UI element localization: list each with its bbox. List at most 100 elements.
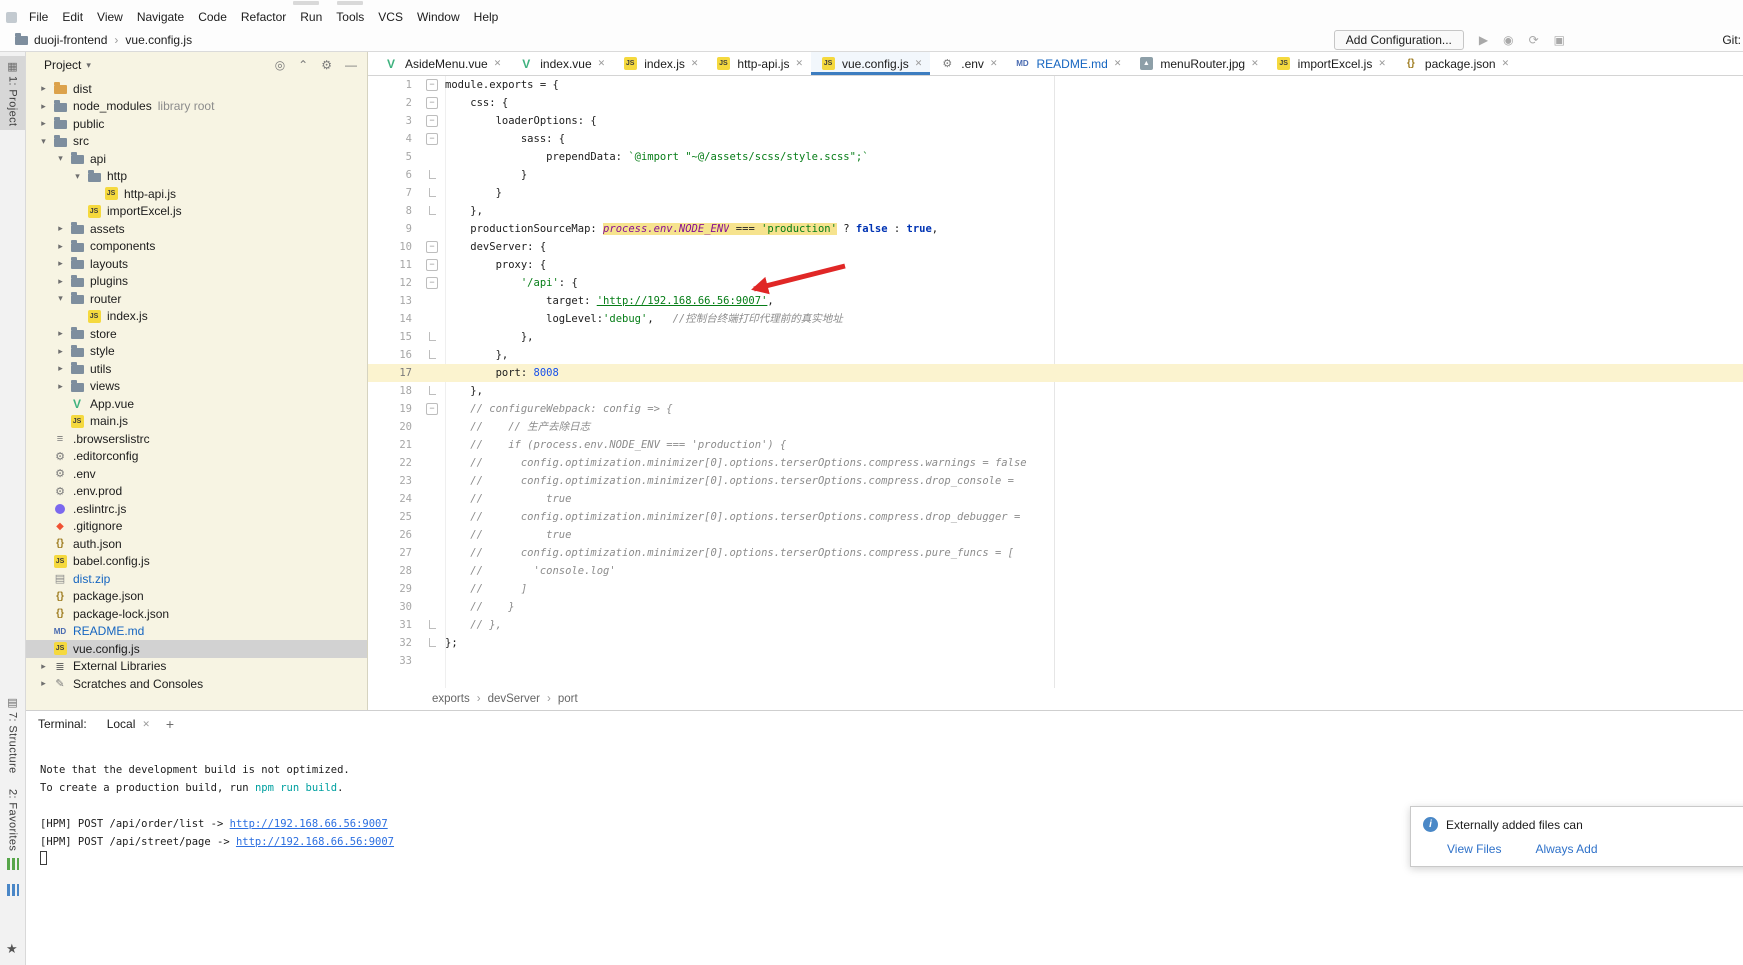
fold-marker-icon[interactable] [418,166,445,184]
tree-item-.browserslistrc[interactable]: ≡.browserslistrc [26,430,367,448]
line-number[interactable]: 31 [368,616,418,634]
line-number[interactable]: 12 [368,274,418,292]
menu-item-window[interactable]: Window [410,7,467,27]
chevron-expanded-icon[interactable]: ▾ [36,136,51,147]
fold-marker-icon[interactable] [418,616,445,634]
run-icon[interactable]: ▶ [1479,33,1488,47]
tree-item-.editorconfig[interactable]: ⚙.editorconfig [26,448,367,466]
line-number[interactable]: 18 [368,382,418,400]
coverage-icon[interactable]: ⟳ [1529,33,1539,47]
fold-marker-icon[interactable] [418,274,445,292]
terminal-link[interactable]: http://192.168.66.56:9007 [230,818,388,830]
code-line-14[interactable]: 14 logLevel:'debug', //控制台终端打印代理前的真实地址 [368,310,1743,328]
breadcrumb-exports[interactable]: exports [432,693,470,705]
tree-item-.env.prod[interactable]: ⚙.env.prod [26,483,367,501]
tree-item-http[interactable]: ▾http [26,168,367,186]
chevron-down-icon[interactable]: ▾ [86,60,91,71]
code-editor[interactable]: 1module.exports = {2 css: {3 loaderOptio… [368,76,1743,688]
line-number[interactable]: 26 [368,526,418,544]
line-number[interactable]: 6 [368,166,418,184]
fold-marker-icon[interactable] [418,256,445,274]
code-line-19[interactable]: 19 // configureWebpack: config => { [368,400,1743,418]
line-number[interactable]: 3 [368,112,418,130]
tab-importExcel.js[interactable]: JSimportExcel.js✕ [1267,52,1394,75]
tree-item-store[interactable]: ▸store [26,325,367,343]
menu-item-code[interactable]: Code [191,7,234,27]
add-configuration-button[interactable]: Add Configuration... [1334,30,1464,50]
line-number[interactable]: 27 [368,544,418,562]
tree-item-.gitignore[interactable]: ◆.gitignore [26,518,367,536]
tree-item-views[interactable]: ▸views [26,378,367,396]
menu-item-view[interactable]: View [90,7,130,27]
chevron-collapsed-icon[interactable]: ▸ [36,678,51,689]
tree-item-importExcel.js[interactable]: JSimportExcel.js [26,203,367,221]
code-line-21[interactable]: 21 // if (process.env.NODE_ENV === 'prod… [368,436,1743,454]
tree-item-api[interactable]: ▾api [26,150,367,168]
favorites-star-icon[interactable]: ★ [6,941,18,957]
code-line-16[interactable]: 16 }, [368,346,1743,364]
line-number[interactable]: 28 [368,562,418,580]
git-label[interactable]: Git: [1722,33,1741,47]
breadcrumb-project[interactable]: duoji-frontend [34,33,107,47]
menu-item-tools[interactable]: Tools [329,7,371,27]
code-line-5[interactable]: 5 prependData: `@import "~@/assets/scss/… [368,148,1743,166]
code-line-20[interactable]: 20 // // 生产去除日志 [368,418,1743,436]
line-number[interactable]: 4 [368,130,418,148]
line-number[interactable]: 7 [368,184,418,202]
fold-marker-icon[interactable] [418,112,445,130]
line-number[interactable]: 5 [368,148,418,166]
tab-close-icon[interactable]: ✕ [1378,58,1386,69]
code-line-32[interactable]: 32}; [368,634,1743,652]
tab-AsideMenu.vue[interactable]: VAsideMenu.vue✕ [374,52,509,75]
tree-item-vue.config.js[interactable]: JSvue.config.js [26,640,367,658]
collapse-all-icon[interactable]: ⌃ [298,58,308,72]
tree-item-assets[interactable]: ▸assets [26,220,367,238]
code-line-18[interactable]: 18 }, [368,382,1743,400]
tree-item-External Libraries[interactable]: ▸≣External Libraries [26,658,367,676]
chevron-collapsed-icon[interactable]: ▸ [53,363,68,374]
line-number[interactable]: 2 [368,94,418,112]
code-line-29[interactable]: 29 // ] [368,580,1743,598]
line-number[interactable]: 23 [368,472,418,490]
menu-item-run[interactable]: Run [293,7,329,27]
fold-marker-icon[interactable] [418,238,445,256]
line-number[interactable]: 29 [368,580,418,598]
tab-.env[interactable]: ⚙.env✕ [930,52,1005,75]
tool-window-button-project[interactable]: ▦ 1: Project [0,56,25,130]
tree-item-plugins[interactable]: ▸plugins [26,273,367,291]
tab-close-icon[interactable]: ✕ [494,58,502,69]
tree-item-style[interactable]: ▸style [26,343,367,361]
tree-item-Scratches and Consoles[interactable]: ▸✎Scratches and Consoles [26,675,367,693]
line-number[interactable]: 11 [368,256,418,274]
code-line-1[interactable]: 1module.exports = { [368,76,1743,94]
code-line-15[interactable]: 15 }, [368,328,1743,346]
code-line-30[interactable]: 30 // } [368,598,1743,616]
tree-item-.eslintrc.js[interactable]: .eslintrc.js [26,500,367,518]
fold-marker-icon[interactable] [418,346,445,364]
line-number[interactable]: 13 [368,292,418,310]
code-line-25[interactable]: 25 // config.optimization.minimizer[0].o… [368,508,1743,526]
code-line-33[interactable]: 33 [368,652,1743,670]
terminal-tab-close-icon[interactable]: ✕ [142,719,150,730]
tab-close-icon[interactable]: ✕ [1502,58,1510,69]
tree-item-README.md[interactable]: MDREADME.md [26,623,367,641]
chevron-collapsed-icon[interactable]: ▸ [53,258,68,269]
code-line-6[interactable]: 6 } [368,166,1743,184]
breadcrumb-file[interactable]: vue.config.js [107,33,192,47]
tab-vue.config.js[interactable]: JSvue.config.js✕ [811,52,930,75]
tree-item-.env[interactable]: ⚙.env [26,465,367,483]
tool-window-button-favorites[interactable]: 2: Favorites [0,785,25,855]
tree-item-App.vue[interactable]: VApp.vue [26,395,367,413]
fold-marker-icon[interactable] [418,130,445,148]
view-files-link[interactable]: View Files [1447,842,1501,856]
chevron-expanded-icon[interactable]: ▾ [53,153,68,164]
code-line-10[interactable]: 10 devServer: { [368,238,1743,256]
tab-index.js[interactable]: JSindex.js✕ [613,52,706,75]
always-add-link[interactable]: Always Add [1535,842,1597,856]
chart-tool-icon-green[interactable] [7,858,19,870]
breadcrumb-port[interactable]: port [540,693,578,705]
line-number[interactable]: 32 [368,634,418,652]
line-number[interactable]: 8 [368,202,418,220]
chevron-collapsed-icon[interactable]: ▸ [36,83,51,94]
line-number[interactable]: 25 [368,508,418,526]
